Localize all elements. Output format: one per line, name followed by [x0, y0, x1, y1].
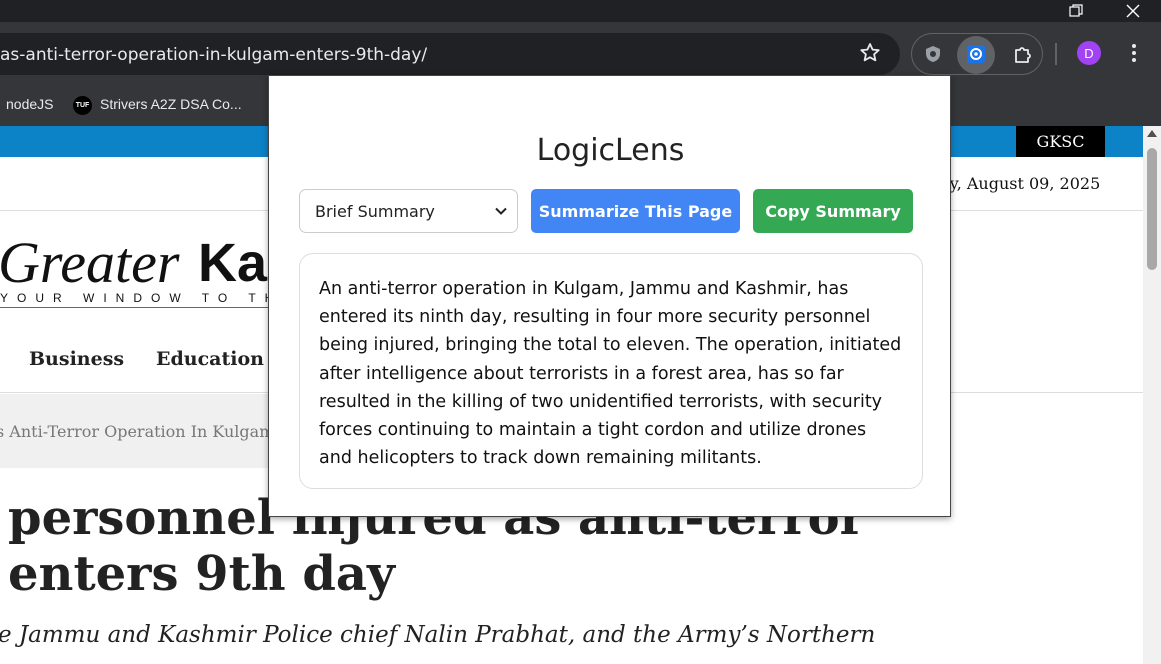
summarize-button[interactable]: Summarize This Page: [531, 189, 740, 233]
shield-extension-icon[interactable]: [921, 42, 945, 66]
nav-business[interactable]: Business: [29, 348, 124, 370]
logiclens-extension-icon[interactable]: [964, 42, 988, 66]
bookmark-label: Strivers A2Z DSA Co...: [100, 96, 242, 113]
window-titlebar: [0, 0, 1161, 22]
bookmark-strivers[interactable]: TUF Strivers A2Z DSA Co...: [73, 96, 242, 115]
nav-education[interactable]: Education: [156, 348, 264, 370]
tagline-rule: [0, 307, 270, 308]
popup-title: LogicLens: [536, 133, 685, 168]
scroll-thumb[interactable]: [1147, 148, 1157, 270]
page-scrollbar[interactable]: [1143, 126, 1161, 664]
logiclens-popup: LogicLens Brief Summary Summarize This P…: [268, 75, 951, 517]
headline-line-2: enters 9th day: [8, 546, 395, 602]
bookmark-star-icon[interactable]: [858, 41, 882, 65]
bookmark-nodejs[interactable]: nodeJS: [6, 96, 53, 112]
chevron-down-icon: [495, 207, 507, 215]
summary-mode-select[interactable]: Brief Summary: [299, 189, 518, 233]
copy-summary-button[interactable]: Copy Summary: [753, 189, 913, 233]
scroll-up-icon[interactable]: [1147, 130, 1157, 137]
site-logo[interactable]: Greater: [0, 229, 179, 296]
toolbar-separator: [1055, 43, 1057, 65]
article-subhead: e Jammu and Kashmir Police chief Nalin P…: [0, 622, 876, 648]
breadcrumb[interactable]: s Anti-Terror Operation In Kulgam: [0, 422, 274, 441]
profile-avatar[interactable]: D: [1077, 41, 1101, 65]
puzzle-extensions-icon[interactable]: [1011, 42, 1035, 66]
url-text[interactable]: as-anti-terror-operation-in-kulgam-enter…: [0, 45, 427, 65]
page-date: day, August 09, 2025: [930, 174, 1101, 193]
address-bar[interactable]: as-anti-terror-operation-in-kulgam-enter…: [0, 33, 900, 75]
close-icon[interactable]: [1113, 0, 1153, 22]
site-tagline: YOUR WINDOW TO TH: [0, 291, 283, 305]
tuf-logo-icon: TUF: [73, 96, 92, 115]
gksc-badge[interactable]: GKSC: [1016, 126, 1105, 157]
kebab-menu-icon[interactable]: [1124, 41, 1144, 65]
restore-icon[interactable]: [1056, 0, 1096, 22]
extensions-group: [911, 33, 1043, 75]
summary-mode-value: Brief Summary: [315, 202, 435, 221]
summary-output: An anti-terror operation in Kulgam, Jamm…: [299, 253, 923, 489]
